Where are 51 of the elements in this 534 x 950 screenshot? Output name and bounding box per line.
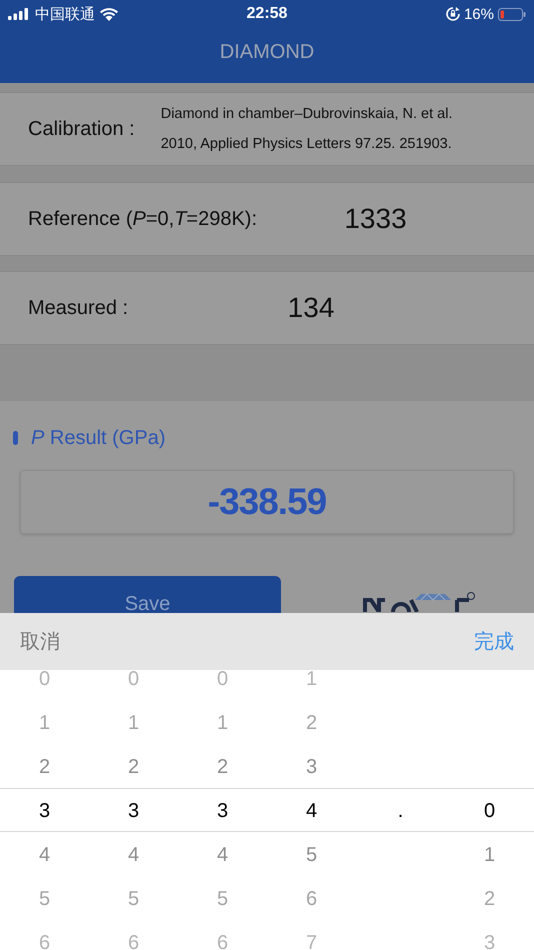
picker-option[interactable]: . (398, 789, 404, 833)
picker-option[interactable]: 3 (128, 789, 140, 833)
picker-option[interactable]: 4 (128, 833, 140, 877)
picker-option[interactable]: 3 (38, 789, 50, 833)
section-marker (13, 431, 18, 445)
picker-option[interactable]: 5 (128, 877, 140, 921)
picker-option[interactable]: 2 (306, 701, 318, 745)
battery-percent: 16% (464, 6, 494, 22)
battery-icon (498, 8, 526, 20)
picker-option[interactable]: 0 (38, 670, 50, 701)
result-value: -338.59 (20, 470, 514, 534)
picker-option[interactable]: 5 (38, 877, 50, 921)
picker-option[interactable]: 4 (38, 833, 50, 877)
picker-option[interactable]: 1 (38, 701, 50, 745)
picker-option[interactable]: 1 (484, 833, 496, 877)
picker-option[interactable]: 6 (216, 921, 228, 950)
rotation-lock-icon (446, 7, 460, 21)
done-button[interactable]: 完成 (474, 628, 514, 655)
picker-option[interactable]: 3 (306, 745, 318, 789)
signal-icon (8, 8, 30, 20)
picker-option[interactable]: 3 (216, 789, 228, 833)
picker-option[interactable]: 0 (128, 670, 140, 701)
picker-option[interactable]: 6 (128, 921, 140, 950)
field-value: 1333 (343, 203, 408, 235)
field-label: Measured : (28, 296, 128, 320)
picker-option[interactable]: 0 (216, 670, 228, 701)
picker-option[interactable]: 1 (216, 701, 228, 745)
picker-option[interactable]: 3 (484, 921, 496, 950)
picker-option[interactable]: 2 (38, 745, 50, 789)
picker-option[interactable]: 4 (216, 833, 228, 877)
picker-option[interactable]: 2 (128, 745, 140, 789)
picker-option[interactable]: 6 (306, 877, 318, 921)
picker-option[interactable]: 5 (306, 833, 318, 877)
picker-option[interactable]: 6 (38, 921, 50, 950)
wifi-icon (100, 8, 118, 20)
carrier-name: 中国联通 (35, 4, 95, 24)
field-value: 134 (286, 292, 336, 324)
field-label: Calibration : (28, 118, 135, 140)
picker-option[interactable]: 7 (306, 921, 318, 950)
clock-time: 22:58 (246, 5, 288, 22)
picker-option[interactable]: 0 (484, 789, 496, 833)
calibration-reference: Diamond in chamber–Dubrovinskaia, N. et al. 2010, Applied Physics Letters 97.25. 251903. (160, 105, 454, 154)
picker-option[interactable]: 4 (306, 789, 318, 833)
picker-option[interactable]: 1 (306, 670, 318, 701)
picker-option[interactable]: 1 (128, 701, 140, 745)
screen-title: DIAMOND (218, 41, 316, 64)
picker-option[interactable]: 5 (216, 877, 228, 921)
picker-option[interactable]: 2 (216, 745, 228, 789)
field-label: Reference (P=0,T=298K): (28, 208, 258, 230)
result-label: P Result (GPa) (31, 426, 166, 450)
picker-option[interactable]: 2 (484, 877, 496, 921)
